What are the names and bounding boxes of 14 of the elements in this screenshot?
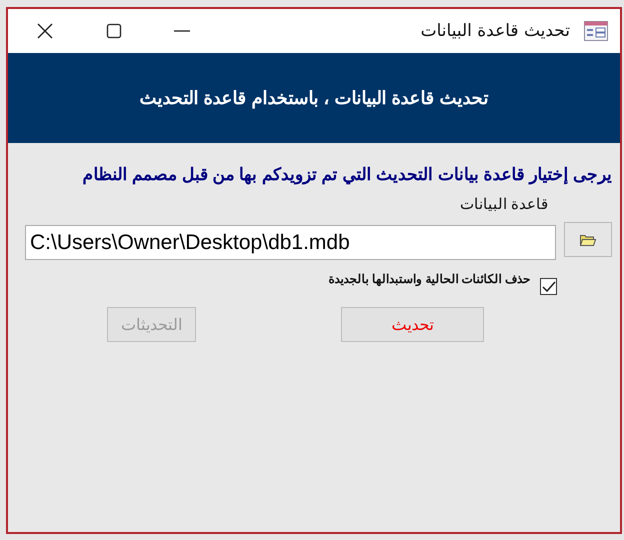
checkbox[interactable] bbox=[540, 278, 557, 295]
checkbox-label: حذف الكائنات الحالية واستبدالها بالجديدة bbox=[328, 272, 530, 286]
minimize-icon[interactable] bbox=[174, 30, 190, 32]
folder-icon bbox=[580, 234, 596, 246]
header-title: تحديث قاعدة البيانات ، باستخدام قاعدة التحديث bbox=[139, 87, 488, 109]
instructions-text: يرجى إختيار قاعدة بيانات التحديث التي تم تزويدكم بها من قبل مصمم النظام bbox=[81, 164, 612, 186]
update-button[interactable]: تحديث bbox=[341, 307, 484, 342]
close-icon[interactable] bbox=[36, 22, 54, 40]
browse-button[interactable] bbox=[564, 222, 612, 257]
database-label: قاعدة البيانات bbox=[458, 195, 548, 213]
maximize-icon[interactable] bbox=[106, 23, 122, 39]
window-title: تحديث قاعدة البيانات bbox=[420, 21, 570, 41]
database-path-field[interactable]: C:\Users\Owner\Desktop\db1.mdb bbox=[25, 225, 556, 260]
form-icon bbox=[584, 21, 608, 41]
